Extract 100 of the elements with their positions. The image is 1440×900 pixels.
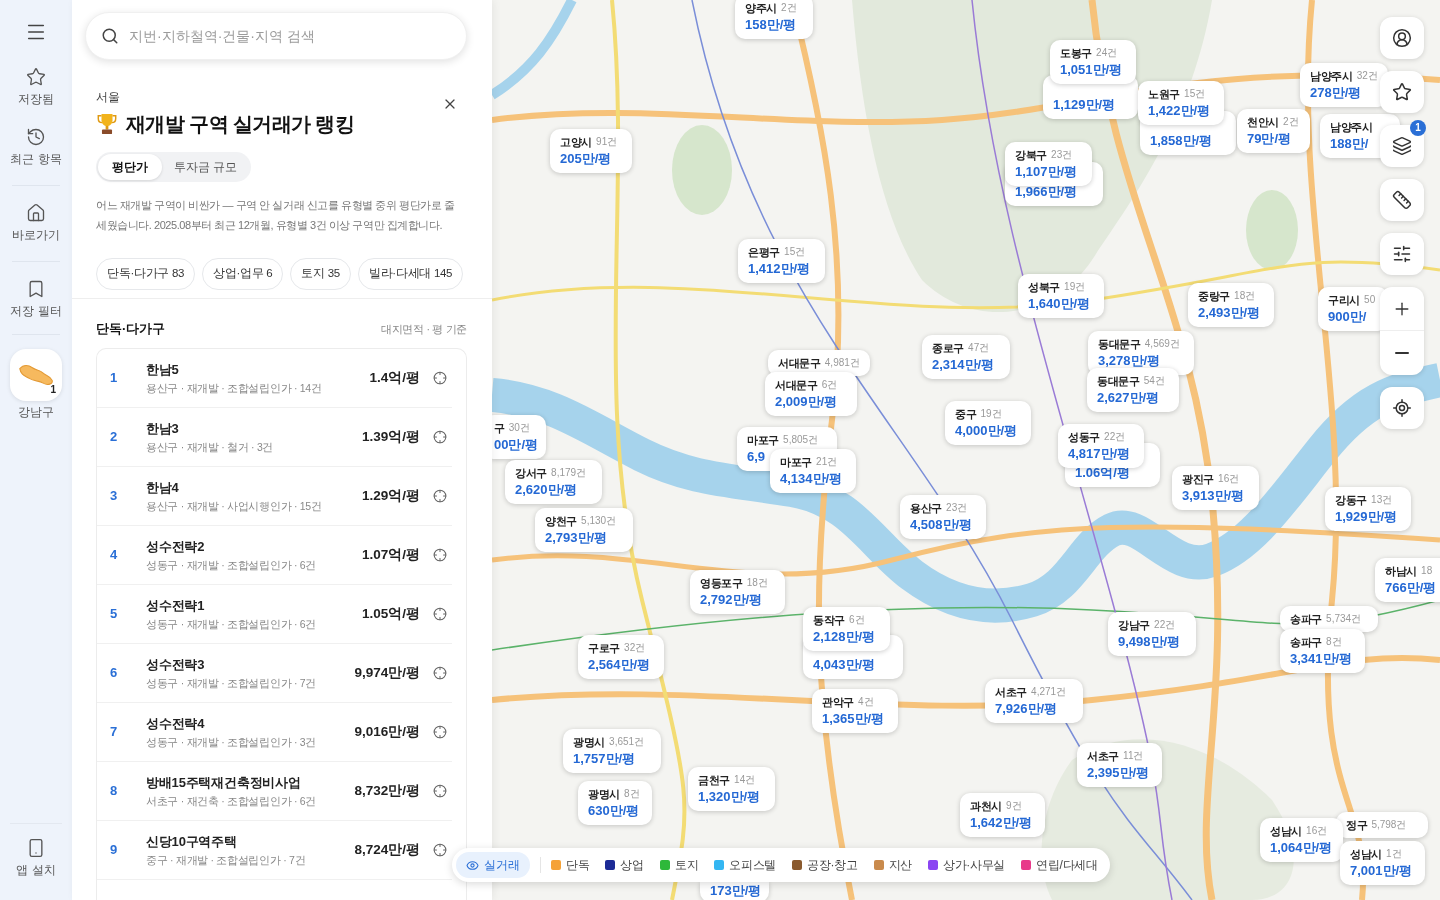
price-marker[interactable]: 중구 19건 4,000만/평 xyxy=(945,401,1031,445)
nav-item[interactable]: 최근 항목 xyxy=(8,127,64,167)
tab[interactable]: 투자금 규모 xyxy=(162,154,250,180)
category-chip[interactable]: 단독·다가구 83 xyxy=(96,258,196,290)
layers-icon xyxy=(1392,136,1412,156)
ranking-row[interactable]: 4 성수전략2 성동구 · 재개발 · 조합설립인가 · 6건 1.07억/평 xyxy=(97,526,452,585)
price-marker[interactable]: 송파구 8건 3,341만/평 xyxy=(1280,629,1365,673)
region-label: 강남구 xyxy=(18,405,54,420)
crosshair-icon[interactable] xyxy=(433,607,447,621)
nav-item[interactable]: 저장됨 xyxy=(16,67,56,107)
ranking-row[interactable]: 9 신당10구역주택 중구 · 재개발 · 조합설립인가 · 7건 8,724만/평 xyxy=(97,821,452,880)
crosshair-icon[interactable] xyxy=(433,843,447,857)
deal-count: 8건 xyxy=(1326,635,1342,649)
ranking-row[interactable]: 1 한남5 용산구 · 재개발 · 조합설립인가 · 14건 1.4억/평 xyxy=(97,349,452,408)
price-label: 3,913만/평 xyxy=(1182,487,1245,505)
price-label: 4,134만/평 xyxy=(780,470,843,488)
price-marker[interactable]: 광명시 8건 630만/평 xyxy=(578,781,652,825)
price-marker[interactable]: 성북구 19건 1,640만/평 xyxy=(1018,274,1104,318)
price-marker[interactable]: 성동구 22건 4,817만/평 xyxy=(1058,424,1144,468)
nav-item[interactable]: 저장 필터 xyxy=(8,279,64,319)
price-marker[interactable]: 성남시 1건 7,001만/평 xyxy=(1340,841,1425,885)
legend-item[interactable]: 공장·창고 xyxy=(792,856,858,874)
ranking-row[interactable]: 5 성수전략1 성동구 · 재개발 · 조합설립인가 · 6건 1.05억/평 xyxy=(97,585,452,644)
ranking-row[interactable]: 3 한남4 용산구 · 재개발 · 사업시행인가 · 15건 1.29억/평 xyxy=(97,467,452,526)
layer-toggle[interactable]: 실거래 xyxy=(456,852,530,878)
deal-count: 8건 xyxy=(624,787,640,801)
legend-item[interactable]: 단독 xyxy=(551,856,590,874)
price-marker[interactable]: 광진구 16건 3,913만/평 xyxy=(1172,466,1259,510)
legend-item[interactable]: 상가·사무실 xyxy=(927,856,1006,874)
price-marker[interactable]: 173만/평 xyxy=(700,882,770,900)
crosshair-icon[interactable] xyxy=(433,489,447,503)
region-shortcut[interactable]: 1 xyxy=(10,349,62,401)
category-chip[interactable]: 토지 35 xyxy=(290,258,351,290)
price-marker[interactable]: 고양시 91건 205만/평 xyxy=(550,129,632,173)
crosshair-icon[interactable] xyxy=(433,371,447,385)
price-marker[interactable]: 노원구 15건 1,422만/평 xyxy=(1138,81,1224,125)
legend-item[interactable]: 연립/다세대 xyxy=(1021,856,1098,874)
price-marker[interactable]: 양주시 2건 158만/평 xyxy=(735,0,813,39)
ranking-row[interactable]: 8 방배15주택재건축정비사업 서초구 · 재건축 · 조합설립인가 · 6건 8,732만/평 xyxy=(97,762,452,821)
price-marker[interactable]: 강동구 13건 1,929만/평 xyxy=(1325,487,1411,531)
price-marker[interactable]: 광명시 3,651건 1,757만/평 xyxy=(563,729,661,773)
price-marker[interactable]: 용산구 23건 4,508만/평 xyxy=(900,495,986,539)
filter-button[interactable] xyxy=(1380,233,1424,275)
deal-count: 2건 xyxy=(781,1,797,15)
price-marker[interactable]: 남양주시 32건 278만/평 xyxy=(1300,63,1388,107)
price-marker[interactable]: 정구 5,798건 xyxy=(1336,812,1428,838)
price-marker[interactable]: 은평구 15건 1,412만/평 xyxy=(738,239,825,283)
crosshair-icon[interactable] xyxy=(433,430,447,444)
deal-count: 32건 xyxy=(624,641,646,655)
price-marker[interactable]: 구로구 32건 2,564만/평 xyxy=(578,635,664,679)
legend-item[interactable]: 상업 xyxy=(605,856,644,874)
category-chip[interactable]: 빌라·다세대 145 xyxy=(357,258,464,290)
ranking-row[interactable]: 6 성수전략3 성동구 · 재개발 · 조합설립인가 · 7건 9,974만/평 xyxy=(97,644,452,703)
nav-item[interactable]: 바로가기 xyxy=(10,203,62,243)
profile-button[interactable] xyxy=(1380,17,1424,59)
price-label: 7,926만/평 xyxy=(995,700,1058,718)
price-marker[interactable]: 종로구 47건 2,314만/평 xyxy=(922,335,1010,379)
ranking-row[interactable]: 2 한남3 용산구 · 재개발 · 철거 · 3건 1.39억/평 xyxy=(97,408,452,467)
price-marker[interactable]: 송파구 5,734건 xyxy=(1280,606,1378,632)
price-marker[interactable]: 구 30건 00만/평 xyxy=(492,415,547,459)
price-marker[interactable]: 영등포구 18건 2,792만/평 xyxy=(690,570,785,614)
price-marker[interactable]: 하남시 18 766만/평 xyxy=(1375,558,1440,602)
price-marker[interactable]: 천안시 2건 79만/평 xyxy=(1237,109,1310,153)
price-marker[interactable]: 도봉구 24건 1,051만/평 xyxy=(1050,40,1136,84)
category-chip[interactable]: 상업·업무 6 xyxy=(202,258,284,290)
legend-item[interactable]: 토지 xyxy=(659,856,699,874)
price-marker[interactable]: 양천구 5,130건 2,793만/평 xyxy=(535,508,633,552)
locate-button[interactable] xyxy=(1380,387,1424,429)
price-marker[interactable]: 금천구 14건 1,320만/평 xyxy=(688,767,775,811)
price-marker[interactable]: 마포구 21건 4,134만/평 xyxy=(770,449,856,493)
deal-count: 11건 xyxy=(1123,749,1144,763)
price-marker[interactable]: 중랑구 18건 2,493만/평 xyxy=(1188,283,1274,327)
ruler-button[interactable] xyxy=(1380,179,1424,221)
price-label: 4,508만/평 xyxy=(910,516,973,534)
legend-item[interactable]: 지산 xyxy=(873,856,912,874)
price-marker[interactable]: 관악구 4건 1,365만/평 xyxy=(812,689,898,733)
legend-item[interactable]: 오피스텔 xyxy=(714,856,777,874)
price-marker[interactable]: 성남시 16건 1,064만/평 xyxy=(1260,818,1343,862)
tab[interactable]: 평단가 xyxy=(98,154,162,180)
region-name: 과천시 xyxy=(970,799,1003,814)
price-marker[interactable]: 강서구 8,179건 2,620만/평 xyxy=(505,460,602,504)
crosshair-icon[interactable] xyxy=(433,725,447,739)
crosshair-icon[interactable] xyxy=(433,548,447,562)
ranking-row[interactable]: 7 성수전략4 성동구 · 재개발 · 조합설립인가 · 3건 9,016만/평 xyxy=(97,703,452,762)
layers-button[interactable] xyxy=(1380,125,1424,167)
price-marker[interactable]: 강북구 23건 1,107만/평 xyxy=(1005,142,1092,186)
favorites-button[interactable] xyxy=(1380,71,1424,113)
price-marker[interactable]: 강남구 22건 9,498만/평 xyxy=(1108,612,1196,656)
price-marker[interactable]: 동대문구 54건 2,627만/평 xyxy=(1087,368,1179,412)
price-label: 9,498만/평 xyxy=(1118,633,1181,651)
price-marker[interactable]: 서초구 4,271건 7,926만/평 xyxy=(985,679,1083,723)
price-marker[interactable]: 서대문구 6건 2,009만/평 xyxy=(765,372,857,416)
nav-item[interactable]: 앱 설치 xyxy=(16,838,56,878)
deal-count: 30건 xyxy=(508,421,530,435)
price-marker[interactable]: 서초구 11건 2,395만/평 xyxy=(1077,743,1162,787)
search-field[interactable]: 지번·지하철역·건물·지역 검색 xyxy=(85,12,467,60)
price-marker[interactable]: 과천시 9건 1,642만/평 xyxy=(960,793,1045,837)
crosshair-icon[interactable] xyxy=(433,666,447,680)
price-marker[interactable]: 동작구 6건 2,128만/평 xyxy=(803,607,890,651)
crosshair-icon[interactable] xyxy=(433,784,447,798)
